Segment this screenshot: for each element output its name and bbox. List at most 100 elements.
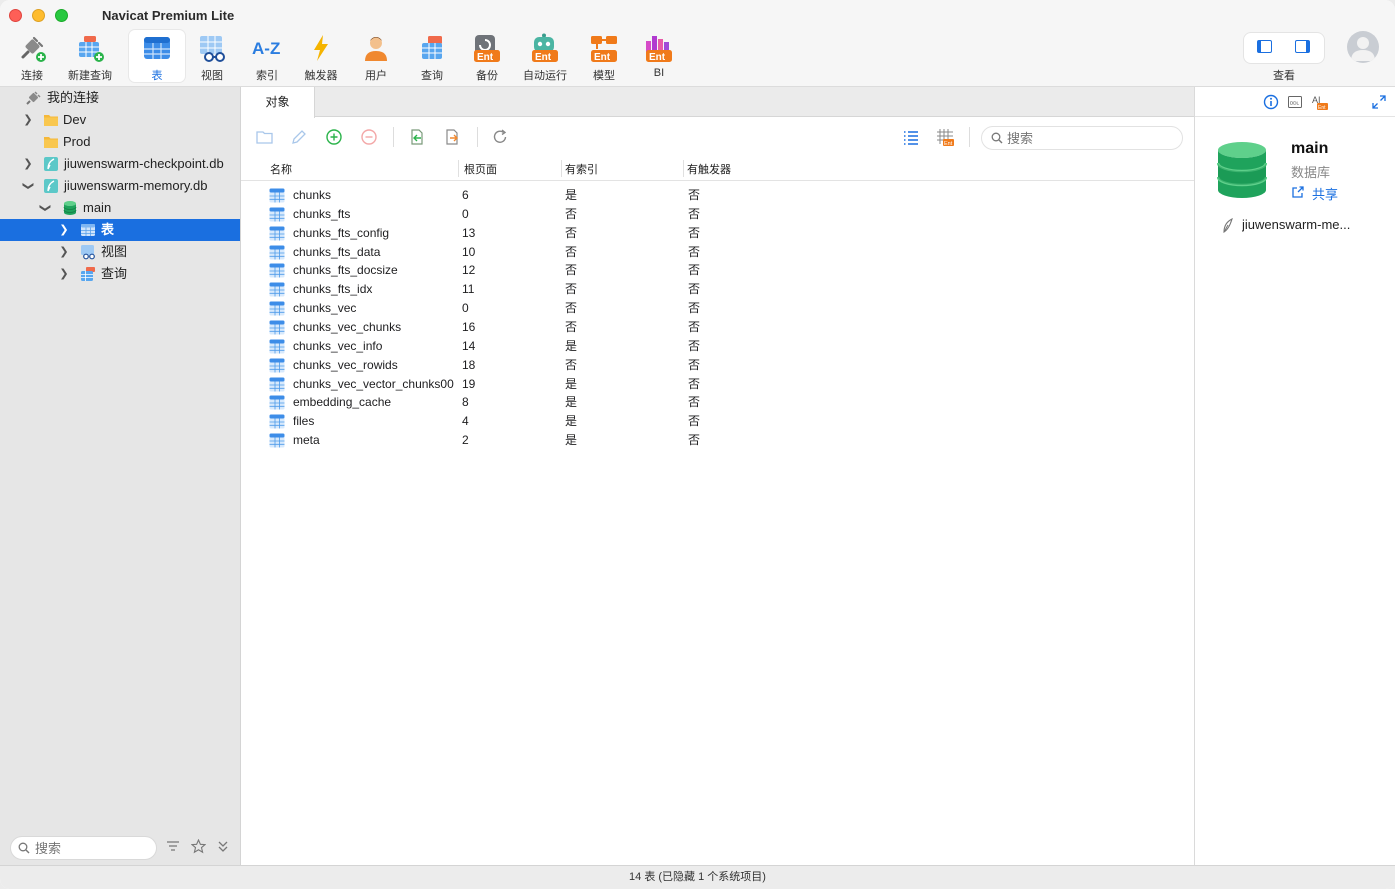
chevron-right-icon[interactable]: ❯ bbox=[58, 219, 70, 241]
cell-has-trigger: 否 bbox=[688, 395, 701, 410]
tree-item-prod[interactable]: Prod bbox=[0, 131, 240, 153]
avatar[interactable] bbox=[1347, 31, 1379, 63]
toolbar-view-button[interactable]: 视图 bbox=[184, 30, 240, 82]
open-table-icon[interactable] bbox=[256, 128, 274, 146]
table-row[interactable]: chunks_vec 0 否 否 bbox=[241, 299, 1194, 318]
toolbar-label: 备份 bbox=[476, 70, 498, 82]
toolbar-user-button[interactable]: 用户 bbox=[348, 30, 404, 82]
toolbar-trigger-button[interactable]: 触发器 bbox=[293, 30, 349, 82]
toolbar-label: 索引 bbox=[256, 70, 278, 82]
column-divider[interactable] bbox=[458, 160, 459, 177]
right-sidebar-toggle-icon[interactable] bbox=[1295, 40, 1310, 53]
sidebar-search-input[interactable] bbox=[35, 840, 153, 857]
import-icon[interactable] bbox=[408, 128, 426, 146]
chevron-down-icon[interactable]: ❯ bbox=[34, 202, 56, 214]
star-icon[interactable] bbox=[189, 838, 207, 857]
list-view-icon[interactable] bbox=[902, 128, 920, 146]
table-row[interactable]: chunks_fts_idx 11 否 否 bbox=[241, 280, 1194, 299]
objects-search-input[interactable] bbox=[1007, 130, 1177, 147]
table-row[interactable]: files 4 是 否 bbox=[241, 412, 1194, 431]
info-icon[interactable] bbox=[1263, 94, 1279, 110]
delete-icon[interactable] bbox=[360, 128, 378, 146]
toolbar-table-button[interactable]: 表 bbox=[129, 30, 185, 82]
ai-ent-icon[interactable]: AI Ent bbox=[1312, 94, 1328, 110]
tree-root-my-connections[interactable]: 我的连接 bbox=[0, 87, 240, 109]
chevron-right-icon[interactable]: ❯ bbox=[22, 109, 34, 131]
feather-icon bbox=[1223, 218, 1233, 233]
cell-rootpage: 6 bbox=[462, 188, 469, 202]
column-header-has-index[interactable]: 有索引 bbox=[565, 161, 598, 177]
column-divider[interactable] bbox=[683, 160, 684, 177]
toolbar-new-query-button[interactable]: 新建查询 bbox=[62, 30, 118, 82]
svg-text:Ent: Ent bbox=[649, 52, 666, 63]
tree-label: Dev bbox=[63, 112, 87, 127]
column-header-name[interactable]: 名称 bbox=[270, 161, 292, 177]
table-icon bbox=[269, 245, 285, 260]
ddl-icon[interactable]: DDL bbox=[1287, 94, 1303, 110]
az-index-icon: A-Z bbox=[252, 39, 280, 58]
table-row[interactable]: chunks_vec_info 14 是 否 bbox=[241, 337, 1194, 356]
chevron-down-icon[interactable]: ❯ bbox=[17, 180, 39, 192]
toolbar-query-button[interactable]: 查询 bbox=[404, 30, 460, 82]
table-icon bbox=[81, 224, 95, 236]
filter-icon[interactable] bbox=[164, 839, 182, 857]
collapse-all-icon[interactable] bbox=[214, 839, 232, 857]
chevron-right-icon[interactable]: ❯ bbox=[58, 263, 70, 285]
table-row[interactable]: chunks 6 是 否 bbox=[241, 186, 1194, 205]
minimize-window-button[interactable] bbox=[32, 9, 45, 22]
sidebar-search bbox=[10, 836, 157, 860]
zoom-window-button[interactable] bbox=[55, 9, 68, 22]
tree-item-queries[interactable]: ❯ 查询 bbox=[0, 263, 240, 285]
table-row[interactable]: chunks_fts_data 10 否 否 bbox=[241, 243, 1194, 262]
cell-name: chunks bbox=[293, 188, 332, 202]
cell-name: chunks_fts_idx bbox=[293, 282, 373, 297]
edit-pencil-icon[interactable] bbox=[290, 128, 308, 146]
expand-icon[interactable] bbox=[1371, 94, 1387, 110]
add-icon[interactable] bbox=[325, 128, 343, 146]
table-row[interactable]: chunks_vec_chunks 16 否 否 bbox=[241, 318, 1194, 337]
toolbar-automation-button[interactable]: Ent 自动运行 bbox=[516, 30, 574, 82]
tree-item-views[interactable]: ❯ 视图 bbox=[0, 241, 240, 263]
query-icon bbox=[81, 267, 95, 281]
column-divider[interactable] bbox=[561, 160, 562, 177]
cell-rootpage: 19 bbox=[462, 376, 476, 391]
export-icon[interactable] bbox=[443, 128, 461, 146]
left-sidebar-toggle-icon[interactable] bbox=[1257, 40, 1272, 53]
toolbar-bi-button[interactable]: Ent BI bbox=[631, 30, 687, 82]
tree-item-dev[interactable]: ❯ Dev bbox=[0, 109, 240, 131]
table-row[interactable]: chunks_fts_docsize 12 否 否 bbox=[241, 261, 1194, 280]
cell-has-index: 是 bbox=[565, 188, 578, 202]
table-row[interactable]: chunks_fts_config 13 否 否 bbox=[241, 224, 1194, 243]
tree-item-checkpoint-db[interactable]: ❯ jiuwenswarm-checkpoint.db bbox=[0, 153, 240, 175]
tree-label: 我的连接 bbox=[47, 90, 100, 105]
table-row[interactable]: chunks_fts 0 否 否 bbox=[241, 205, 1194, 224]
cell-rootpage: 8 bbox=[462, 395, 469, 410]
svg-text:Ent: Ent bbox=[477, 52, 494, 63]
plug-icon bbox=[26, 91, 41, 105]
table-row[interactable]: chunks_vec_rowids 18 否 否 bbox=[241, 356, 1194, 375]
tree-item-main-db[interactable]: ❯ main bbox=[0, 197, 240, 219]
table-row[interactable]: meta 2 是 否 bbox=[241, 431, 1194, 450]
refresh-icon[interactable] bbox=[491, 128, 509, 146]
column-header-has-trigger[interactable]: 有触发器 bbox=[687, 161, 731, 177]
cell-name: chunks_fts bbox=[293, 206, 351, 221]
table-row[interactable]: chunks_vec_vector_chunks00 19 是 否 bbox=[241, 375, 1194, 394]
tab-objects[interactable]: 对象 bbox=[241, 87, 315, 118]
toolbar-connect-button[interactable]: 连接 bbox=[4, 30, 60, 82]
toolbar-model-button[interactable]: Ent 模型 bbox=[576, 30, 632, 82]
grid-view-ent-icon[interactable]: Ent bbox=[936, 128, 954, 146]
chevron-right-icon[interactable]: ❯ bbox=[58, 241, 70, 263]
chevron-right-icon[interactable]: ❯ bbox=[22, 153, 34, 175]
tree-item-tables[interactable]: ❯ 表 bbox=[0, 219, 240, 241]
column-header-rootpage[interactable]: 根页面 bbox=[464, 161, 497, 177]
close-window-button[interactable] bbox=[9, 9, 22, 22]
toolbar-backup-button[interactable]: Ent 备份 bbox=[459, 30, 515, 82]
tree-label: jiuwenswarm-memory.db bbox=[64, 178, 208, 193]
table-row[interactable]: embedding_cache 8 是 否 bbox=[241, 393, 1194, 412]
object-name: main bbox=[1291, 140, 1329, 157]
toolbar-index-button[interactable]: A-Z 索引 bbox=[239, 30, 295, 82]
cell-name: chunks_fts_docsize bbox=[293, 263, 398, 278]
tree-item-memory-db[interactable]: ❯ jiuwenswarm-memory.db bbox=[0, 175, 240, 197]
share-icon bbox=[1292, 186, 1304, 198]
cell-has-trigger: 否 bbox=[688, 319, 701, 334]
